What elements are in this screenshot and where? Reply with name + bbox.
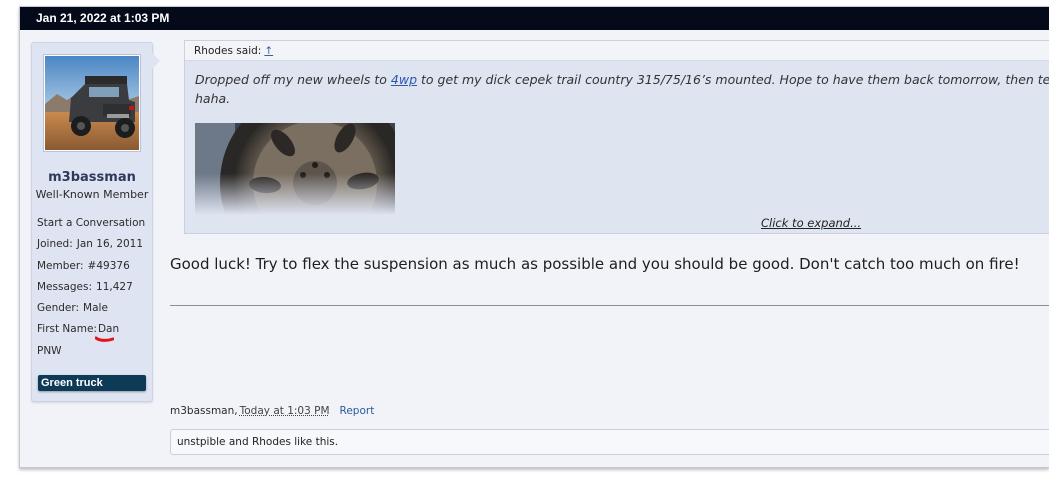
field-value: 11,427: [96, 280, 133, 293]
quote-author: Rhodes said:: [194, 45, 262, 57]
user-info-panel: m3bassman Well-Known Member Start a Conv…: [31, 42, 160, 402]
post-author-link[interactable]: m3bassman,: [170, 405, 238, 417]
field-label: First Name:: [37, 323, 97, 336]
field-value: Jan 16, 2011: [76, 238, 144, 251]
field-value: Dan: [97, 323, 120, 336]
field-label: Member:: [37, 259, 84, 272]
user-title: Well-Known Member: [35, 188, 149, 201]
wheel-photo[interactable]: [195, 123, 395, 215]
avatar[interactable]: [43, 54, 141, 152]
first-name-row: First Name:Dan: [37, 319, 149, 340]
post-time-link[interactable]: Today at 1:03 PM: [240, 405, 330, 417]
signature-divider: [170, 305, 1049, 306]
quote-text-line2: haha.: [195, 91, 231, 106]
quote-text: Dropped off my new wheels to 4wp to get …: [195, 70, 1049, 108]
post-date: Jan 21, 2022 at 1:03 PM: [20, 7, 1049, 30]
quote-jump-link[interactable]: ↑: [264, 45, 273, 57]
field-label: Gender:: [37, 302, 80, 315]
user-extra-info: Start a Conversation Joined: Jan 16, 2011…: [37, 213, 149, 362]
quote-block: Rhodes said: ↑ Dropped off my new wheels …: [184, 40, 1049, 234]
username-link[interactable]: m3bassman: [32, 170, 152, 185]
field-value: Male: [83, 302, 108, 315]
member-row: Member: #49376: [37, 256, 149, 277]
field-label: Joined:: [37, 238, 73, 251]
likes-summary[interactable]: unstpible and Rhodes like this.: [170, 429, 1049, 455]
field-label: Messages:: [37, 280, 93, 293]
field-value: #49376: [87, 259, 130, 272]
message-text: Good luck! Try to flex the suspension as…: [170, 255, 1020, 273]
post-meta: m3bassman, Today at 1:03 PM Report: [170, 405, 374, 417]
gender-row: Gender: Male: [37, 298, 149, 319]
message-post: Jan 21, 2022 at 1:03 PM m3bassman Well-K…: [19, 6, 1049, 468]
start-conversation-link[interactable]: Start a Conversation: [37, 213, 149, 234]
quote-attribution: Rhodes said: ↑: [185, 41, 1049, 61]
report-link[interactable]: Report: [340, 405, 375, 417]
user-banner: Green truck: [38, 375, 146, 391]
quote-text-part: to get my dick cepek trail country 315/7…: [417, 72, 1049, 87]
truck-photo: [45, 56, 139, 150]
quote-text-part: Dropped off my new wheels to: [195, 72, 391, 87]
red-underline-annotation: [95, 336, 114, 342]
location-link[interactable]: PNW: [37, 341, 149, 362]
panel-arrow: [152, 53, 160, 69]
messages-row: Messages: 11,427: [37, 277, 149, 298]
click-to-expand-link[interactable]: Click to expand...: [761, 216, 861, 230]
quote-link-4wp[interactable]: 4wp: [391, 72, 417, 87]
joined-row: Joined: Jan 16, 2011: [37, 234, 149, 255]
